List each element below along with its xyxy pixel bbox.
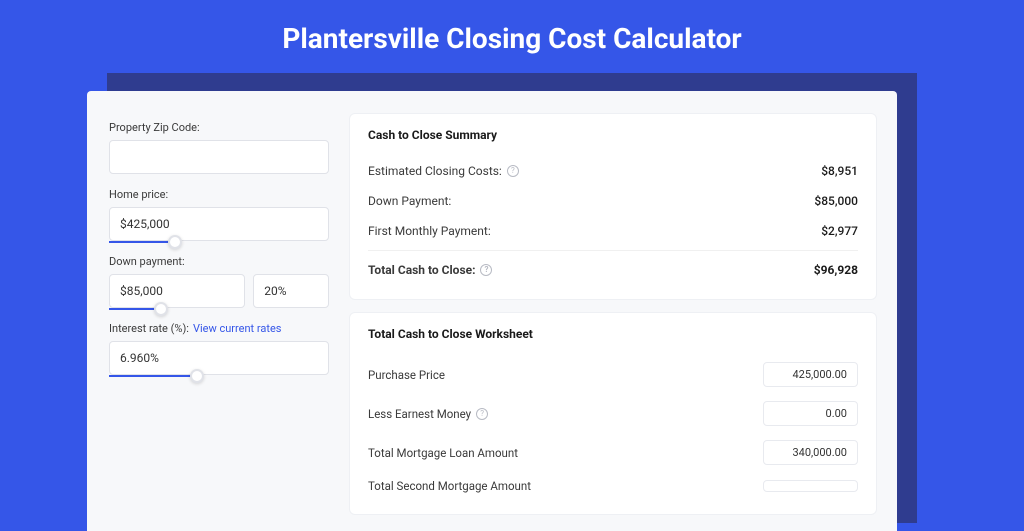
down-payment-slider-thumb[interactable] bbox=[154, 302, 168, 316]
zip-group: Property Zip Code: bbox=[109, 121, 329, 174]
summary-row: Estimated Closing Costs:? $8,951 bbox=[368, 156, 858, 186]
interest-input[interactable] bbox=[109, 341, 329, 375]
results-panel: Cash to Close Summary Estimated Closing … bbox=[349, 113, 877, 511]
summary-total-row: Total Cash to Close: ? $96,928 bbox=[368, 250, 858, 285]
view-rates-link[interactable]: View current rates bbox=[193, 322, 282, 335]
worksheet-label: Less Earnest Money? bbox=[368, 407, 488, 421]
inputs-panel: Property Zip Code: Home price: Down paym… bbox=[109, 113, 329, 511]
zip-input[interactable] bbox=[109, 140, 329, 174]
zip-label: Property Zip Code: bbox=[109, 121, 329, 134]
down-payment-input[interactable] bbox=[109, 274, 245, 308]
home-price-slider[interactable] bbox=[109, 241, 329, 243]
interest-label: Interest rate (%): bbox=[109, 322, 189, 335]
worksheet-row: Purchase Price 425,000.00 bbox=[368, 355, 858, 394]
summary-row: Down Payment: $85,000 bbox=[368, 186, 858, 216]
summary-total-label: Total Cash to Close: ? bbox=[368, 263, 492, 277]
home-price-group: Home price: bbox=[109, 188, 329, 241]
worksheet-value[interactable] bbox=[763, 480, 858, 492]
home-price-input[interactable] bbox=[109, 207, 329, 241]
summary-value: $2,977 bbox=[821, 224, 858, 238]
home-price-label: Home price: bbox=[109, 188, 329, 201]
worksheet-value[interactable]: 0.00 bbox=[763, 401, 858, 426]
down-payment-pct-wrap bbox=[253, 274, 329, 308]
summary-value: $8,951 bbox=[821, 164, 858, 178]
home-price-slider-thumb[interactable] bbox=[168, 235, 182, 249]
worksheet-label: Total Second Mortgage Amount bbox=[368, 479, 531, 493]
down-payment-wrap bbox=[109, 274, 245, 308]
worksheet-card: Total Cash to Close Worksheet Purchase P… bbox=[349, 312, 877, 515]
down-payment-pct-input[interactable] bbox=[253, 274, 329, 308]
worksheet-value[interactable]: 425,000.00 bbox=[763, 362, 858, 387]
worksheet-label: Total Mortgage Loan Amount bbox=[368, 446, 518, 460]
interest-wrap bbox=[109, 341, 329, 375]
calculator-card: Property Zip Code: Home price: Down paym… bbox=[87, 91, 897, 531]
home-price-wrap bbox=[109, 207, 329, 241]
help-icon[interactable]: ? bbox=[480, 264, 492, 276]
worksheet-row: Less Earnest Money? 0.00 bbox=[368, 394, 858, 433]
summary-label: Estimated Closing Costs:? bbox=[368, 164, 519, 178]
down-payment-group: Down payment: bbox=[109, 255, 329, 308]
summary-row: First Monthly Payment: $2,977 bbox=[368, 216, 858, 246]
down-payment-slider[interactable] bbox=[109, 308, 245, 310]
summary-card: Cash to Close Summary Estimated Closing … bbox=[349, 113, 877, 300]
summary-total-value: $96,928 bbox=[814, 263, 858, 277]
worksheet-value[interactable]: 340,000.00 bbox=[763, 440, 858, 465]
worksheet-row: Total Mortgage Loan Amount 340,000.00 bbox=[368, 433, 858, 472]
summary-value: $85,000 bbox=[814, 194, 858, 208]
help-icon[interactable]: ? bbox=[507, 165, 519, 177]
interest-slider-thumb[interactable] bbox=[190, 369, 204, 383]
page-title: Plantersville Closing Cost Calculator bbox=[0, 0, 1024, 73]
worksheet-row: Total Second Mortgage Amount bbox=[368, 472, 858, 500]
summary-title: Cash to Close Summary bbox=[368, 128, 858, 142]
help-icon[interactable]: ? bbox=[476, 408, 488, 420]
worksheet-label: Purchase Price bbox=[368, 368, 445, 382]
worksheet-title: Total Cash to Close Worksheet bbox=[368, 327, 858, 341]
interest-slider[interactable] bbox=[109, 375, 329, 377]
down-payment-label: Down payment: bbox=[109, 255, 329, 268]
shadow-container: Property Zip Code: Home price: Down paym… bbox=[107, 73, 917, 523]
summary-label: First Monthly Payment: bbox=[368, 224, 491, 238]
interest-group: Interest rate (%): View current rates bbox=[109, 322, 329, 375]
summary-label: Down Payment: bbox=[368, 194, 451, 208]
